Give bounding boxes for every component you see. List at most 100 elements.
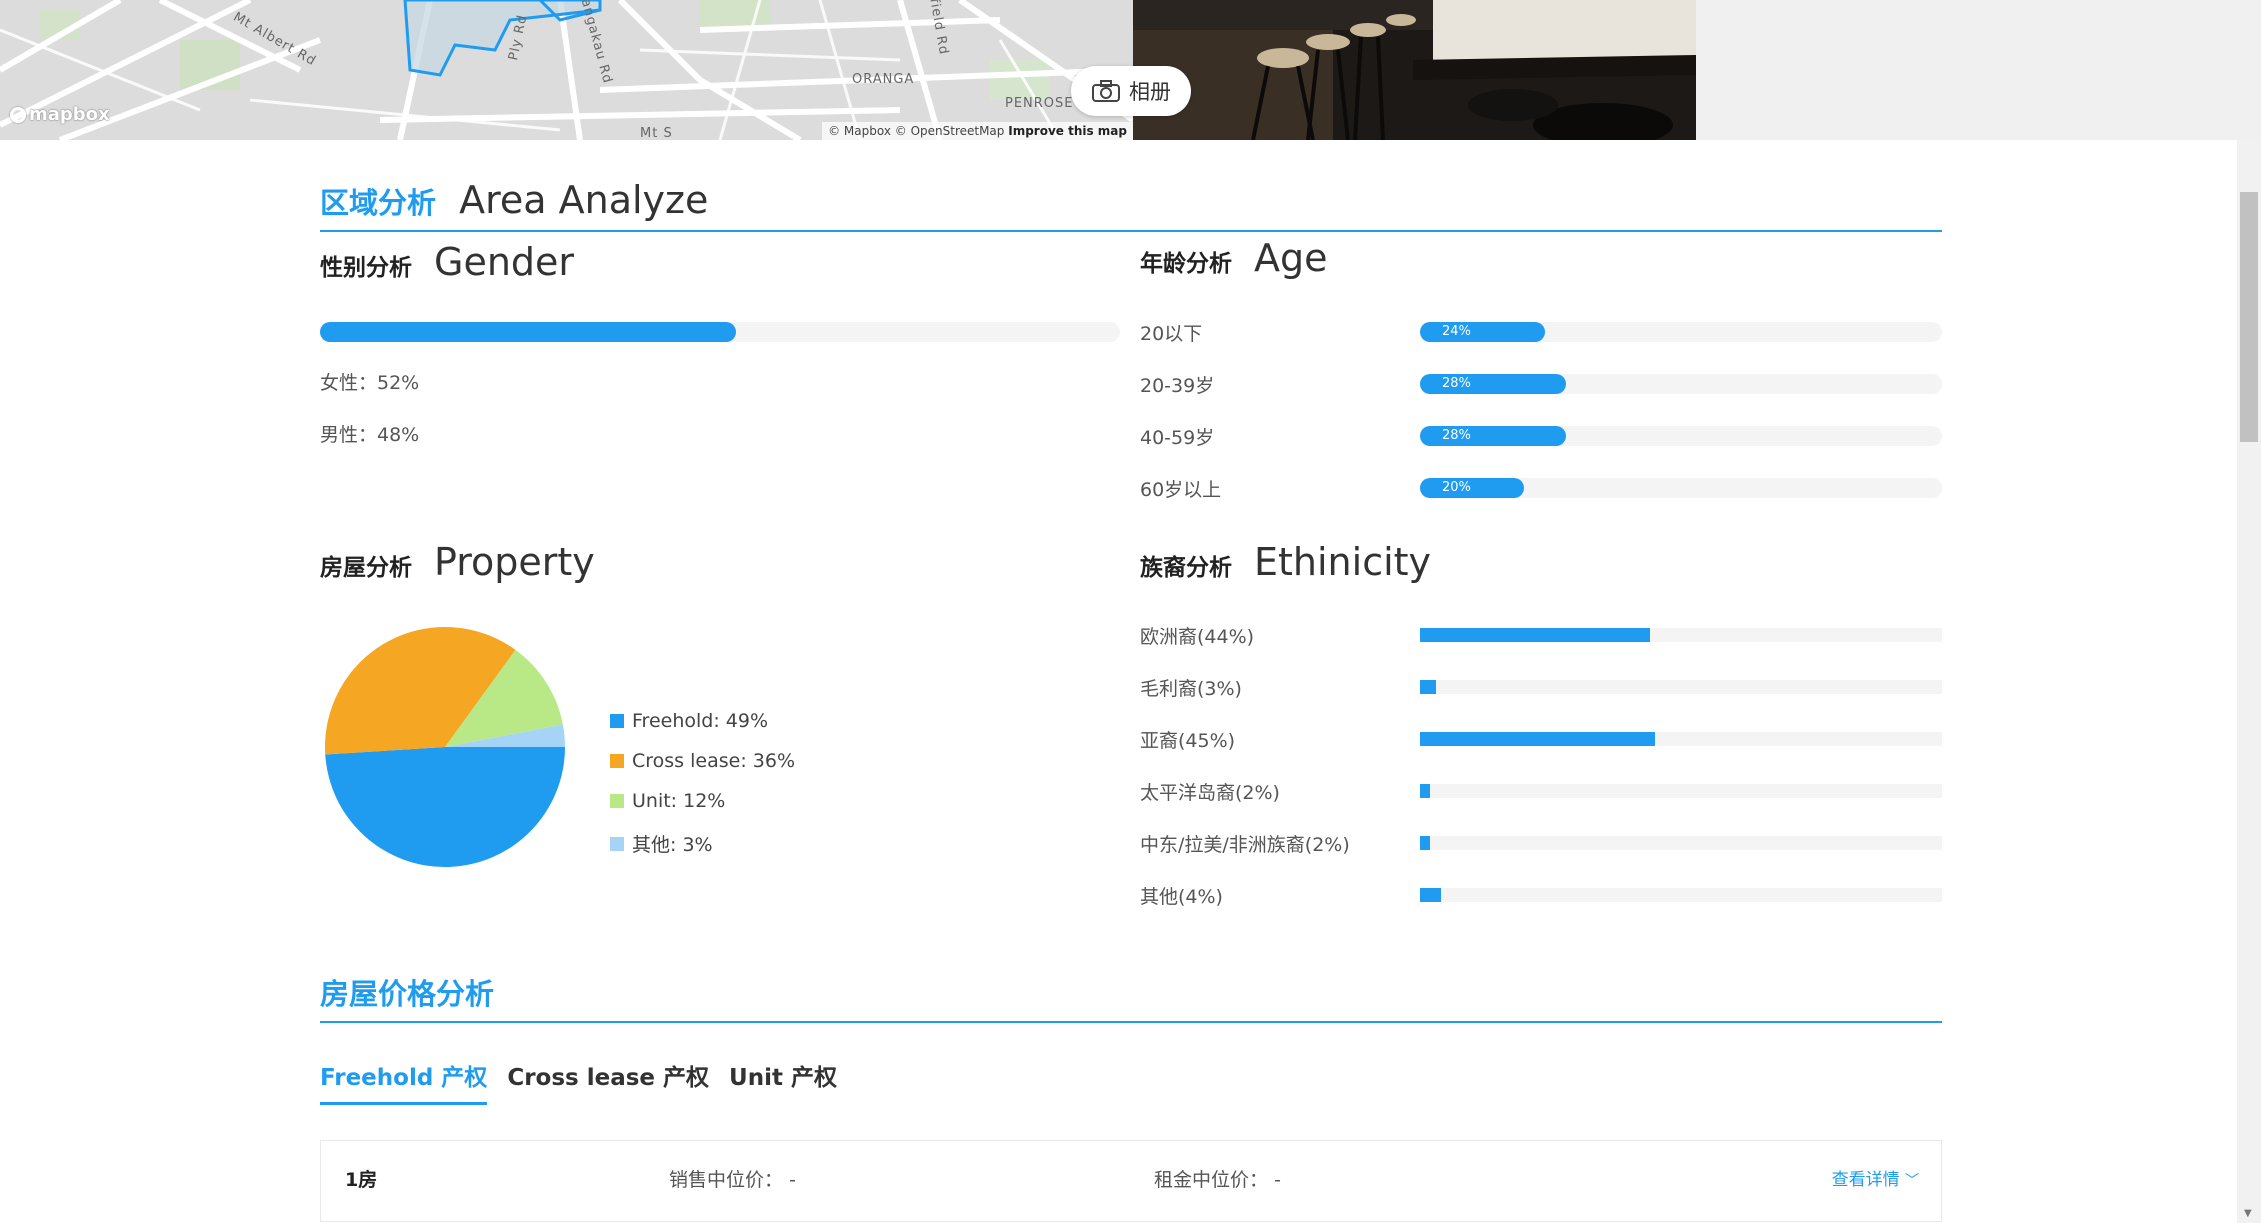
age-label: 20以下: [1140, 323, 1203, 345]
price-title-cn: 房屋价格分析: [320, 977, 495, 1011]
gender-female-bar: [320, 322, 736, 342]
listing-photo[interactable]: [1133, 0, 1696, 140]
age-percent: 28%: [1442, 376, 1471, 391]
photo-image: [1133, 0, 1696, 140]
ethnicity-title-cn: 族裔分析: [1140, 555, 1232, 581]
age-label: 40-59岁: [1140, 427, 1215, 449]
camera-icon: [1092, 80, 1120, 102]
pie-slice-freehold[interactable]: [325, 747, 565, 868]
age-title-en: Age: [1254, 236, 1328, 280]
age-bar-track: 28%: [1420, 426, 1942, 446]
property-pie-chart: [325, 627, 565, 868]
age-bar: 24%: [1420, 322, 1546, 342]
age-bar: 20%: [1420, 478, 1525, 498]
age-heading: 年龄分析 Age: [1140, 236, 1328, 280]
area-title-en: Area Analyze: [459, 178, 709, 222]
legend-label: Cross lease: 36%: [632, 750, 795, 772]
ethnicity-bar: [1420, 628, 1650, 642]
legend-swatch: [610, 836, 624, 851]
improve-map-link[interactable]: Improve this map: [1008, 124, 1127, 138]
age-percent: 24%: [1442, 324, 1471, 339]
ethnicity-label: 欧洲裔(44%): [1140, 626, 1255, 648]
scrollbar-thumb[interactable]: [2240, 192, 2258, 442]
ethnicity-bar-track: [1420, 784, 1942, 798]
location-map[interactable]: Mt Albert Rd Ply Rd Mangakau Rd kfield R…: [0, 0, 1133, 140]
tab-unit[interactable]: Unit 产权: [729, 1058, 837, 1105]
rent-median: 租金中位价： -: [1154, 1141, 1281, 1219]
chevron-down-icon: ﹀: [1905, 1173, 1919, 1189]
age-label: 20-39岁: [1140, 375, 1215, 397]
tab-freehold[interactable]: Freehold 产权: [320, 1058, 488, 1105]
page-scrollbar[interactable]: ▼: [2237, 140, 2261, 1223]
mapbox-logo-icon: [10, 106, 26, 123]
price-tabs: Freehold 产权 Cross lease 产权 Unit 产权: [320, 1058, 837, 1105]
map-tiles: [0, 0, 1133, 140]
price-analysis-heading: 房屋价格分析: [320, 965, 1942, 1023]
male-share-text: 男性：48%: [320, 424, 420, 446]
sale-median-label: 销售中位价：: [669, 1169, 784, 1191]
sale-median-value: -: [789, 1169, 796, 1191]
legend-item: Unit: 12%: [610, 790, 725, 812]
legend-label: Freehold: 49%: [632, 710, 768, 732]
map-label-penrose: PENROSE: [1005, 96, 1074, 111]
ethnicity-bar-track: [1420, 732, 1942, 746]
age-bar: 28%: [1420, 374, 1567, 394]
ethnicity-bar: [1420, 836, 1431, 850]
ethnicity-bar-track: [1420, 836, 1942, 850]
ethnicity-bar: [1420, 784, 1431, 798]
ethnicity-label: 其他(4%): [1140, 886, 1223, 908]
map-label-mt-s: Mt S: [640, 126, 673, 140]
age-percent: 28%: [1442, 428, 1471, 443]
female-share-text: 女性：52%: [320, 372, 420, 394]
ethnicity-label: 中东/拉美/非洲族裔(2%): [1140, 834, 1350, 856]
age-bar: 28%: [1420, 426, 1567, 446]
ethnicity-label: 亚裔(45%): [1140, 730, 1236, 752]
property-title-cn: 房屋分析: [320, 555, 412, 581]
view-details-link[interactable]: 查看详情 ﹀: [1832, 1141, 1919, 1220]
rent-median-label: 租金中位价：: [1154, 1169, 1269, 1191]
property-title-en: Property: [434, 540, 595, 584]
legend-swatch: [610, 754, 624, 768]
view-details-label: 查看详情: [1831, 1170, 1900, 1190]
property-heading: 房屋分析 Property: [320, 540, 595, 584]
ethnicity-bar-track: [1420, 628, 1942, 642]
ethnicity-heading: 族裔分析 Ethinicity: [1140, 540, 1431, 584]
ethnicity-bar-track: [1420, 680, 1942, 694]
ethnicity-label: 太平洋岛裔(2%): [1140, 782, 1280, 804]
legend-swatch: [610, 794, 624, 808]
map-attribution: © Mapbox © OpenStreetMap Improve this ma…: [822, 122, 1133, 140]
top-media-strip: Mt Albert Rd Ply Rd Mangakau Rd kfield R…: [0, 0, 2261, 140]
ethnicity-bar-track: [1420, 888, 1942, 902]
gender-title-cn: 性别分析: [320, 255, 412, 281]
age-bar-track: 28%: [1420, 374, 1942, 394]
gender-heading: 性别分析 Gender: [320, 240, 574, 284]
age-title-cn: 年龄分析: [1140, 251, 1232, 277]
price-row-1-bedroom: 1房 销售中位价： - 租金中位价： - 查看详情 ﹀: [320, 1140, 1942, 1222]
ethnicity-label: 毛利裔(3%): [1140, 678, 1242, 700]
tab-cross-lease[interactable]: Cross lease 产权: [507, 1058, 709, 1105]
age-bar-track: 24%: [1420, 322, 1942, 342]
map-label-oranga: ORANGA: [852, 72, 915, 87]
legend-item: Freehold: 49%: [610, 710, 768, 732]
ethnicity-title-en: Ethinicity: [1254, 540, 1432, 584]
room-type: 1房: [345, 1169, 378, 1191]
album-button[interactable]: 相册: [1071, 66, 1191, 116]
age-label: 60岁以上: [1140, 479, 1222, 501]
legend-label: 其他: 3%: [632, 834, 713, 856]
scroll-down-arrow-icon[interactable]: ▼: [2244, 1208, 2252, 1219]
age-percent: 20%: [1442, 480, 1471, 495]
area-analyze-heading: 区域分析 Area Analyze: [320, 160, 1942, 232]
gender-bar-track: [320, 322, 1120, 342]
legend-item: Cross lease: 36%: [610, 750, 795, 772]
map-attribution-text: © Mapbox © OpenStreetMap: [828, 124, 1005, 138]
sale-median: 销售中位价： -: [669, 1141, 796, 1219]
gender-title-en: Gender: [434, 240, 575, 284]
age-bar-track: 20%: [1420, 478, 1942, 498]
rent-median-value: -: [1274, 1169, 1281, 1191]
ethnicity-bar: [1420, 680, 1436, 694]
legend-label: Unit: 12%: [632, 790, 726, 812]
legend-swatch: [610, 714, 624, 728]
ethnicity-bar: [1420, 732, 1655, 746]
mapbox-logo[interactable]: mapbox: [10, 104, 110, 125]
area-title-cn: 区域分析: [320, 186, 437, 220]
